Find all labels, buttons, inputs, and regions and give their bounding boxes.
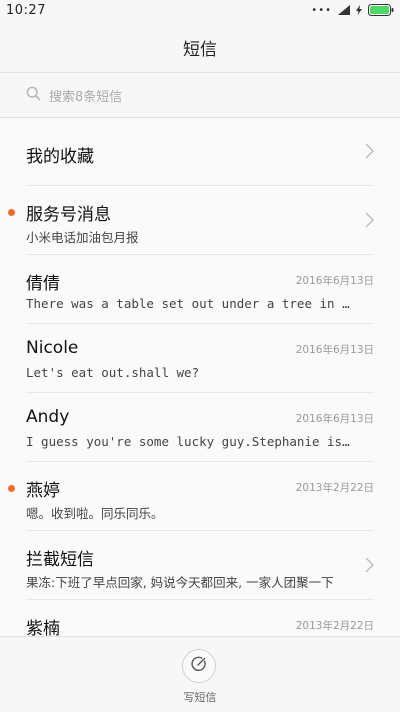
battery-icon [368, 4, 394, 16]
list-item[interactable]: 燕婷 2013年2月22日 嗯。收到啦。同乐同乐。 [8, 462, 374, 531]
compose-icon [190, 655, 208, 677]
conversation-preview: 嗯。收到啦。同乐同乐。 [26, 506, 164, 521]
chevron-right-icon [365, 557, 374, 577]
list-item[interactable]: 紫楠 2013年2月22日 [26, 600, 374, 636]
compose-button[interactable] [182, 649, 216, 683]
conversation-date: 2016年6月13日 [295, 413, 374, 425]
conversation-title: Nicole [26, 338, 79, 358]
conversation-date: 2016年6月13日 [295, 275, 374, 287]
conversation-title: Andy [26, 407, 70, 427]
conversation-title: 服务号消息 [26, 205, 111, 225]
search-icon [26, 86, 41, 105]
conversation-preview: 果冻:下班了早点回家, 妈说今天都回来, 一家人团聚一下 [26, 575, 334, 590]
unread-dot [8, 485, 15, 492]
conversation-title: 燕婷 [26, 481, 60, 501]
bottom-toolbar: 写短信 [0, 636, 400, 712]
status-bar: 10:27 ••• [0, 0, 400, 22]
list-item[interactable]: Nicole 2016年6月13日 Let's eat out.shall we… [26, 324, 374, 393]
list-item-favorites[interactable]: 我的收藏 [26, 118, 374, 186]
conversation-date: 2013年2月22日 [295, 620, 374, 632]
app-header: 短信 [0, 22, 400, 73]
conversation-preview: 小米电话加油包月报 [26, 230, 139, 245]
charging-bolt-icon [356, 5, 362, 15]
conversation-preview: I guess you're some lucky guy.Stephanie … [26, 434, 356, 449]
unread-dot [8, 209, 15, 216]
list-item[interactable]: 倩倩 2016年6月13日 There was a table set out … [26, 255, 374, 324]
conversation-date: 2013年2月22日 [295, 482, 374, 494]
conversation-list[interactable]: 我的收藏 服务号消息 小米电话加油包月报 倩倩 2016年6月13日 There… [0, 118, 400, 636]
status-time: 10:27 [6, 3, 46, 18]
signal-dots-icon: ••• [311, 4, 332, 16]
conversation-title: 紫楠 [26, 619, 60, 636]
list-item-blocked-messages[interactable]: 拦截短信 果冻:下班了早点回家, 妈说今天都回来, 一家人团聚一下 [26, 531, 374, 600]
conversation-title: 倩倩 [26, 274, 60, 294]
conversation-preview: Let's eat out.shall we? [26, 365, 200, 380]
status-indicators: ••• [311, 4, 394, 16]
chevron-right-icon [365, 212, 374, 232]
search-input[interactable]: 搜索8条短信 [49, 86, 122, 105]
conversation-date: 2016年6月13日 [295, 344, 374, 356]
conversation-preview: There was a table set out under a tree i… [26, 296, 356, 311]
list-item[interactable]: Andy 2016年6月13日 I guess you're some luck… [26, 393, 374, 462]
page-title: 短信 [183, 39, 217, 60]
list-item-service-messages[interactable]: 服务号消息 小米电话加油包月报 [8, 186, 374, 255]
signal-strength-icon [338, 5, 350, 15]
chevron-right-icon [365, 143, 374, 163]
search-bar[interactable]: 搜索8条短信 [0, 73, 400, 118]
conversation-title: 拦截短信 [26, 550, 94, 570]
compose-label: 写短信 [183, 691, 217, 704]
conversation-title: 我的收藏 [26, 147, 94, 167]
